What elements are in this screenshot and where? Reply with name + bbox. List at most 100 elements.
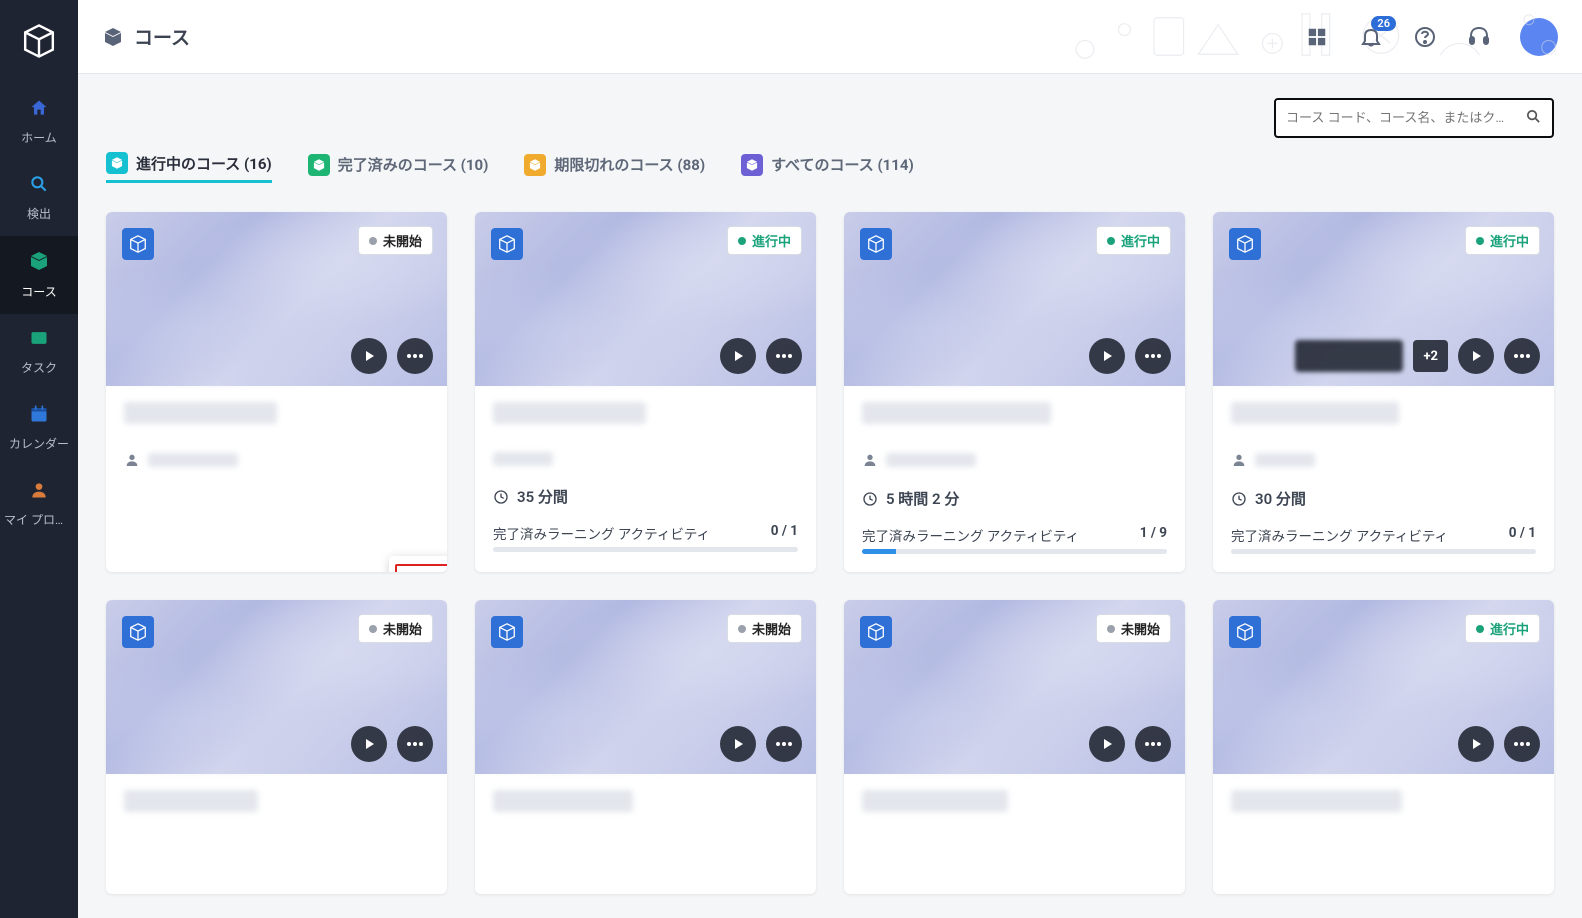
more-button[interactable]	[766, 726, 802, 762]
sidebar-item-calendar[interactable]: カレンダー	[0, 390, 78, 466]
progress-bar	[493, 547, 798, 552]
play-button[interactable]	[1458, 338, 1494, 374]
tab-expired[interactable]: 期限切れのコース (88)	[524, 152, 705, 183]
package-icon	[860, 616, 892, 648]
course-search[interactable]	[1274, 98, 1554, 138]
package-icon	[122, 228, 154, 260]
sidebar-item-label: タスク	[4, 359, 74, 376]
more-button[interactable]	[397, 726, 433, 762]
progress-bar	[862, 549, 1167, 554]
instructor-row	[124, 452, 429, 468]
course-grid: 未開始 Teams へ移動 ディスカッション フォーラム アンケート	[106, 212, 1554, 894]
box-icon	[4, 250, 74, 277]
task-icon	[4, 328, 74, 353]
sidebar-item-courses[interactable]: コース	[0, 236, 78, 314]
course-title	[1231, 402, 1399, 424]
box-icon	[106, 152, 128, 174]
duration-text: 35 分間	[517, 486, 568, 507]
menu-item-teams[interactable]: Teams へ移動	[395, 564, 447, 572]
status-badge: 進行中	[727, 226, 802, 255]
status-badge: 進行中	[1465, 226, 1540, 255]
calendar-icon	[4, 404, 74, 429]
course-card[interactable]: 進行中	[1213, 600, 1554, 894]
course-card[interactable]: 進行中 5 時間 2 分 完了済みラーニング アクティビティ	[844, 212, 1185, 572]
status-badge: 未開始	[1096, 614, 1171, 643]
apps-icon[interactable]	[1304, 24, 1330, 50]
search-input[interactable]	[1286, 111, 1525, 126]
more-button[interactable]	[1135, 338, 1171, 374]
sidebar-item-label: コース	[4, 283, 74, 300]
course-card[interactable]: 未開始	[475, 600, 816, 894]
play-button[interactable]	[1089, 726, 1125, 762]
more-button[interactable]	[766, 338, 802, 374]
app-logo	[20, 22, 58, 60]
play-button[interactable]	[1089, 338, 1125, 374]
play-button[interactable]	[720, 338, 756, 374]
play-button[interactable]	[1458, 726, 1494, 762]
play-button[interactable]	[351, 726, 387, 762]
duration-text: 5 時間 2 分	[886, 488, 959, 509]
course-title	[124, 402, 277, 424]
support-icon[interactable]	[1466, 24, 1492, 50]
progress-label: 完了済みラーニング アクティビティ 1 / 9	[862, 525, 1167, 545]
status-badge: 進行中	[1096, 226, 1171, 255]
tag-pill	[1295, 340, 1403, 372]
box-icon	[102, 26, 124, 48]
course-tabs: 進行中のコース (16) 完了済みのコース (10) 期限切れのコース (88)…	[106, 152, 1554, 184]
tab-completed[interactable]: 完了済みのコース (10)	[308, 152, 489, 183]
avatar[interactable]	[1520, 18, 1558, 56]
instructor-row	[1231, 452, 1536, 468]
page-title: コース	[102, 23, 190, 50]
more-button[interactable]	[1504, 726, 1540, 762]
box-icon	[308, 154, 330, 176]
box-icon	[741, 154, 763, 176]
package-icon	[1229, 228, 1261, 260]
tab-label: 期限切れのコース (88)	[554, 154, 705, 175]
course-card[interactable]: 進行中 35 分間 完了済みラーニング アクティビティ 0 / 1	[475, 212, 816, 572]
course-title	[493, 790, 633, 812]
more-button[interactable]	[397, 338, 433, 374]
status-badge: 未開始	[358, 226, 433, 255]
duration-text: 30 分間	[1255, 488, 1306, 509]
progress-bar	[1231, 549, 1536, 554]
sidebar-item-tasks[interactable]: タスク	[0, 314, 78, 390]
more-button[interactable]	[1135, 726, 1171, 762]
course-card[interactable]: 未開始	[844, 600, 1185, 894]
duration-row: 5 時間 2 分	[862, 488, 1167, 509]
status-badge: 進行中	[1465, 614, 1540, 643]
play-button[interactable]	[351, 338, 387, 374]
sidebar-item-discover[interactable]: 検出	[0, 160, 78, 236]
play-button[interactable]	[720, 726, 756, 762]
tab-in-progress[interactable]: 進行中のコース (16)	[106, 152, 272, 183]
sidebar-item-profile[interactable]: マイ プロフ…	[0, 466, 78, 542]
more-button[interactable]	[1504, 338, 1540, 374]
package-icon	[491, 616, 523, 648]
home-icon	[4, 98, 74, 123]
tab-label: 進行中のコース (16)	[136, 153, 272, 174]
sidebar-item-label: 検出	[4, 205, 74, 222]
tab-all[interactable]: すべてのコース (114)	[741, 152, 914, 183]
help-icon[interactable]	[1412, 24, 1438, 50]
sidebar-item-home[interactable]: ホーム	[0, 84, 78, 160]
more-tags-pill[interactable]: +2	[1413, 340, 1448, 372]
package-icon	[491, 228, 523, 260]
sidebar-item-label: マイ プロフ…	[4, 511, 74, 528]
package-icon	[122, 616, 154, 648]
course-card[interactable]: 未開始	[106, 600, 447, 894]
course-card[interactable]: 進行中 +2 30 分間 完了済みラ	[1213, 212, 1554, 572]
search-icon	[1525, 108, 1542, 129]
course-title	[493, 402, 646, 424]
search-icon	[4, 174, 74, 199]
duration-row: 30 分間	[1231, 488, 1536, 509]
notifications-icon[interactable]: 26	[1358, 24, 1384, 50]
instructor-row	[493, 452, 798, 466]
package-icon	[860, 228, 892, 260]
course-card[interactable]: 未開始 Teams へ移動 ディスカッション フォーラム アンケート	[106, 212, 447, 572]
sidebar-item-label: カレンダー	[4, 435, 74, 452]
tab-label: すべてのコース (114)	[771, 154, 914, 175]
box-icon	[524, 154, 546, 176]
duration-row: 35 分間	[493, 486, 798, 507]
progress-label: 完了済みラーニング アクティビティ 0 / 1	[493, 523, 798, 543]
course-title	[862, 402, 1051, 424]
progress-label: 完了済みラーニング アクティビティ 0 / 1	[1231, 525, 1536, 545]
